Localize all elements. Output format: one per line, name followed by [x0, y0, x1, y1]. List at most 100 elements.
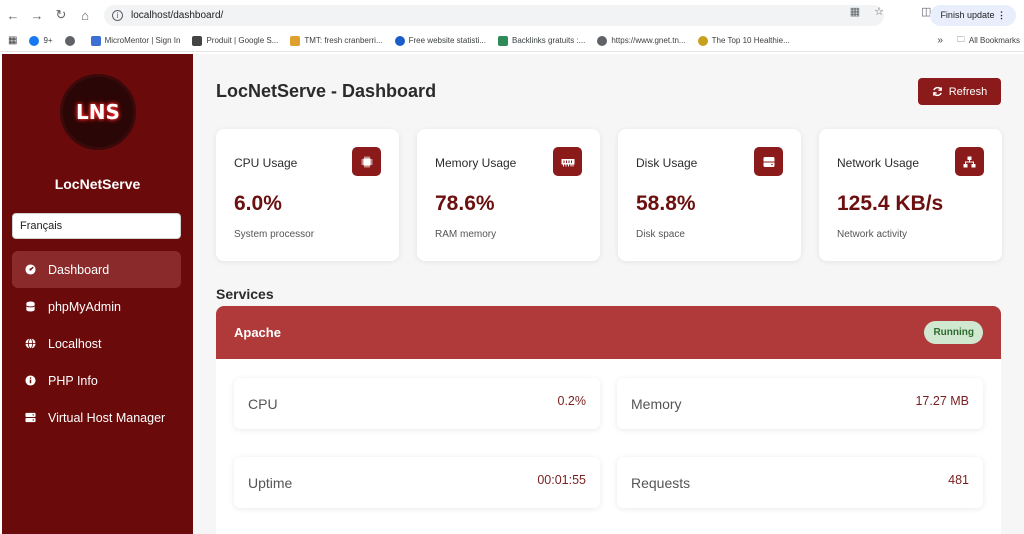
- info-icon: [25, 375, 36, 386]
- card-subtitle: Disk space: [636, 229, 685, 240]
- gauge-icon: [25, 264, 36, 275]
- address-bar[interactable]: i localhost/dashboard/: [104, 5, 884, 26]
- logo: LNS: [60, 74, 136, 150]
- stats-cards: CPU Usage 6.0% System processor Memory U…: [216, 129, 1002, 261]
- back-icon[interactable]: ←: [2, 8, 24, 23]
- facebook-icon: [29, 35, 40, 46]
- sidebar-item-label: Dashboard: [48, 262, 110, 277]
- card-label: Memory Usage: [435, 156, 517, 170]
- bookmark-label: Backlinks gratuits :...: [511, 36, 586, 45]
- sidebar-item-label: phpMyAdmin: [48, 299, 121, 314]
- sidebar-item-localhost[interactable]: Localhost: [12, 325, 181, 362]
- bookmark-item[interactable]: [64, 35, 79, 46]
- bookmark-label: Free website statisti...: [408, 36, 486, 45]
- all-bookmarks-label: All Bookmarks: [968, 36, 1020, 45]
- metric-value: 481: [948, 473, 969, 487]
- sidebar-item-label: Virtual Host Manager: [48, 410, 166, 425]
- bookmark-label: 9+: [43, 36, 53, 45]
- language-select[interactable]: Français: [12, 213, 181, 239]
- bookmarks-overflow-icon[interactable]: »: [937, 35, 943, 46]
- network-usage-card: Network Usage 125.4 KB/s Network activit…: [819, 129, 1002, 261]
- bookmark-item[interactable]: TMT: fresh cranberri...: [290, 35, 383, 46]
- bookmark-item[interactable]: https://www.gnet.tn...: [597, 35, 686, 46]
- sidebar-item-label: PHP Info: [48, 373, 98, 388]
- bookmark-item[interactable]: Backlinks gratuits :...: [497, 35, 586, 46]
- omnibox-actions: ▦ ☆: [850, 5, 884, 18]
- metric-value: 00:01:55: [537, 473, 586, 487]
- refresh-button[interactable]: Refresh: [918, 78, 1001, 105]
- finish-update-button[interactable]: Finish update ⋮: [930, 5, 1016, 26]
- status-badge: Running: [924, 321, 983, 344]
- sidebar: LNS LocNetServe Français Dashboard phpMy…: [2, 54, 193, 534]
- bookmark-star-icon[interactable]: ☆: [874, 5, 884, 18]
- service-metric-requests: Requests 481: [617, 457, 983, 508]
- healthy-icon: [697, 35, 708, 46]
- bookmark-label: Produit | Google S...: [206, 36, 279, 45]
- apps-icon[interactable]: ▦: [8, 35, 17, 46]
- all-bookmarks[interactable]: » 🗀 All Bookmarks: [937, 34, 1020, 48]
- bookmark-item[interactable]: Free website statisti...: [394, 35, 486, 46]
- card-value: 58.8%: [636, 192, 696, 215]
- site-info-icon[interactable]: i: [112, 10, 123, 21]
- home-icon[interactable]: ⌂: [74, 8, 96, 23]
- logo-text: LNS: [76, 100, 120, 124]
- card-subtitle: System processor: [234, 229, 315, 240]
- bookmark-label: MicroMentor | Sign In: [104, 36, 181, 45]
- bookmark-item[interactable]: Produit | Google S...: [192, 35, 279, 46]
- metric-label: Memory: [631, 396, 682, 412]
- micromentor-icon: [90, 35, 101, 46]
- metric-label: Requests: [631, 475, 691, 491]
- database-icon: [26, 301, 35, 312]
- finish-update-label: Finish update: [940, 10, 995, 20]
- sidebar-item-label: Localhost: [48, 336, 102, 351]
- folder-icon: 🗀: [956, 34, 965, 44]
- bookmark-item[interactable]: 9+: [29, 35, 53, 46]
- sidebar-item-virtual-host-manager[interactable]: Virtual Host Manager: [12, 399, 181, 436]
- memory-usage-card: Memory Usage 78.6% RAM memory: [417, 129, 600, 261]
- service-metric-memory: Memory 17.27 MB: [617, 378, 983, 429]
- sidebar-item-php-info[interactable]: PHP Info: [12, 362, 181, 399]
- browser-chrome: ← → ↻ ⌂ i localhost/dashboard/ ▦ ☆ ◫ ● F…: [0, 0, 1024, 54]
- forward-icon[interactable]: →: [26, 8, 48, 23]
- disk-icon: [754, 147, 783, 176]
- cpu-icon: [352, 147, 381, 176]
- disk-usage-card: Disk Usage 58.8% Disk space: [618, 129, 801, 261]
- memory-icon: [553, 147, 582, 176]
- card-subtitle: RAM memory: [435, 229, 497, 240]
- metric-value: 0.2%: [557, 394, 587, 408]
- backlinks-icon: [497, 35, 508, 46]
- server-icon: [25, 412, 36, 423]
- url-text: localhost/dashboard/: [131, 10, 224, 21]
- page-title: LocNetServe - Dashboard: [216, 81, 437, 101]
- github-icon: [64, 35, 75, 46]
- service-metric-uptime: Uptime 00:01:55: [234, 457, 600, 508]
- globe-icon: [597, 35, 608, 46]
- bookmark-label: TMT: fresh cranberri...: [304, 36, 383, 45]
- bookmark-item[interactable]: MicroMentor | Sign In: [90, 35, 181, 46]
- metric-label: CPU: [248, 396, 278, 412]
- service-metric-cpu: CPU 0.2%: [234, 378, 600, 429]
- card-subtitle: Network activity: [837, 229, 908, 240]
- card-label: Disk Usage: [636, 156, 698, 170]
- network-icon: [955, 147, 984, 176]
- service-header: Apache Running: [216, 306, 1001, 359]
- refresh-label: Refresh: [948, 85, 988, 98]
- reload-icon[interactable]: ↻: [50, 7, 72, 23]
- card-value: 78.6%: [435, 192, 495, 215]
- main-content: LocNetServe - Dashboard Refresh CPU Usag…: [193, 54, 1024, 534]
- bookmarks-bar: ▦ 9+ MicroMentor | Sign In Produit | Goo…: [0, 30, 1024, 52]
- globe-icon: [25, 338, 36, 349]
- bookmark-item[interactable]: The Top 10 Healthie...: [697, 35, 790, 46]
- card-value: 6.0%: [234, 192, 282, 215]
- refresh-icon: [932, 86, 942, 97]
- sidebar-item-phpmyadmin[interactable]: phpMyAdmin: [12, 288, 181, 325]
- language-value: Français: [20, 220, 63, 232]
- card-value: 125.4 KB/s: [837, 192, 944, 215]
- bookmark-label: https://www.gnet.tn...: [611, 36, 686, 45]
- translate-icon[interactable]: ▦: [850, 5, 860, 18]
- sidebar-menu: Dashboard phpMyAdmin Localhost PHP Info …: [12, 251, 181, 436]
- code-icon: [192, 35, 203, 46]
- sidebar-item-dashboard[interactable]: Dashboard: [12, 251, 181, 288]
- service-card-apache: Apache Running CPU 0.2% Memory 17.27 MB …: [216, 306, 1001, 534]
- cpu-usage-card: CPU Usage 6.0% System processor: [216, 129, 399, 261]
